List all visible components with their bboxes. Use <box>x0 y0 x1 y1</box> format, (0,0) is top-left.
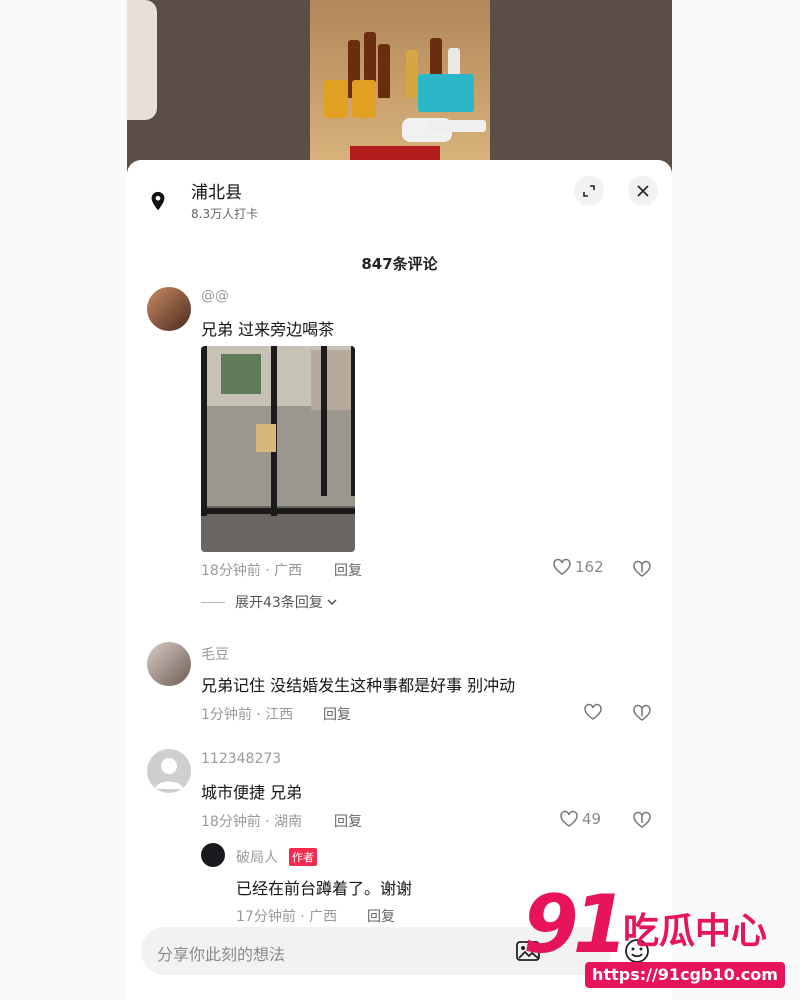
bottle <box>406 50 418 98</box>
comments-count: 847条评论 <box>361 255 438 273</box>
comment-input-placeholder: 分享你此刻的想法 <box>157 945 286 964</box>
comment-meta: 18分钟前 · 广西 <box>201 563 303 579</box>
comments-sheet: 浦北县 8.3万人打卡 847条评论 @@ 兄弟 过来旁边喝茶 18分钟前 · … <box>127 160 672 1000</box>
lamp-shape <box>127 0 157 120</box>
dislike-icon[interactable] <box>632 810 652 830</box>
rug <box>350 146 440 160</box>
phone-screen: 浦北县 8.3万人打卡 847条评论 @@ 兄弟 过来旁边喝茶 18分钟前 · … <box>127 0 672 1000</box>
left-margin <box>0 0 127 1000</box>
comment-meta: 18分钟前 · 湖南 <box>201 814 303 830</box>
reply-button[interactable]: 回复 <box>367 906 395 926</box>
nightstand <box>310 0 490 160</box>
default-avatar-icon <box>155 758 183 789</box>
comment-username[interactable]: 112348273 <box>201 751 281 767</box>
close-icon <box>637 185 649 197</box>
reply-button[interactable]: 回复 <box>334 560 362 580</box>
right-margin <box>672 0 800 1000</box>
reply-text: 已经在前台蹲着了。谢谢 <box>236 879 413 898</box>
like-button[interactable]: 162 <box>552 558 604 576</box>
dislike-icon[interactable] <box>632 703 652 723</box>
avatar[interactable] <box>147 749 191 793</box>
heart-icon <box>553 558 571 575</box>
comment-text: 兄弟 过来旁边喝茶 <box>201 320 335 339</box>
reply-button[interactable]: 回复 <box>334 811 362 831</box>
watermark: 91 吃瓜中心 https://91cgb10.com <box>523 878 793 994</box>
video-preview[interactable] <box>127 0 672 175</box>
watermark-number: 91 <box>523 878 628 971</box>
like-count: 162 <box>575 558 604 576</box>
watermark-url: https://91cgb10.com <box>585 962 785 988</box>
dislike-icon[interactable] <box>632 559 652 579</box>
comment-username[interactable]: 毛豆 <box>201 644 229 664</box>
heart-icon <box>560 810 578 827</box>
comment-text: 兄弟记住 没结婚发生这种事都是好事 别冲动 <box>201 676 516 695</box>
like-button[interactable]: 49 <box>559 810 601 828</box>
chevron-down-icon <box>327 599 337 606</box>
close-button[interactable] <box>628 176 658 206</box>
author-badge: 作者 <box>289 848 317 866</box>
reply-button[interactable]: 回复 <box>323 704 351 724</box>
expand-button[interactable] <box>574 176 604 206</box>
avatar[interactable] <box>201 843 225 867</box>
comment-meta: 1分钟前 · 江西 <box>201 707 294 723</box>
can <box>324 80 348 118</box>
location-checkins: 8.3万人打卡 <box>191 207 259 221</box>
avatar[interactable] <box>147 642 191 686</box>
like-button[interactable] <box>583 703 603 721</box>
like-count: 49 <box>582 810 602 828</box>
comment-username[interactable]: @@ <box>201 288 229 304</box>
location-name[interactable]: 浦北县 <box>191 178 242 203</box>
expand-replies-label: 展开43条回复 <box>235 595 323 611</box>
expand-replies[interactable]: 展开43条回复 <box>201 592 338 612</box>
can <box>352 80 376 118</box>
comment-text: 城市便捷 兄弟 <box>201 783 303 802</box>
comment-image[interactable] <box>201 346 355 552</box>
reply-username[interactable]: 破局人 <box>236 847 278 867</box>
remote <box>428 120 486 132</box>
reply-meta: 17分钟前 · 广西 <box>236 909 338 925</box>
tissue-box <box>418 74 474 112</box>
location-pin-icon <box>151 191 165 211</box>
expand-icon <box>583 185 595 197</box>
heart-icon <box>584 703 602 720</box>
avatar[interactable] <box>147 287 191 331</box>
watermark-text: 吃瓜中心 <box>623 911 768 952</box>
bottle <box>378 44 390 98</box>
